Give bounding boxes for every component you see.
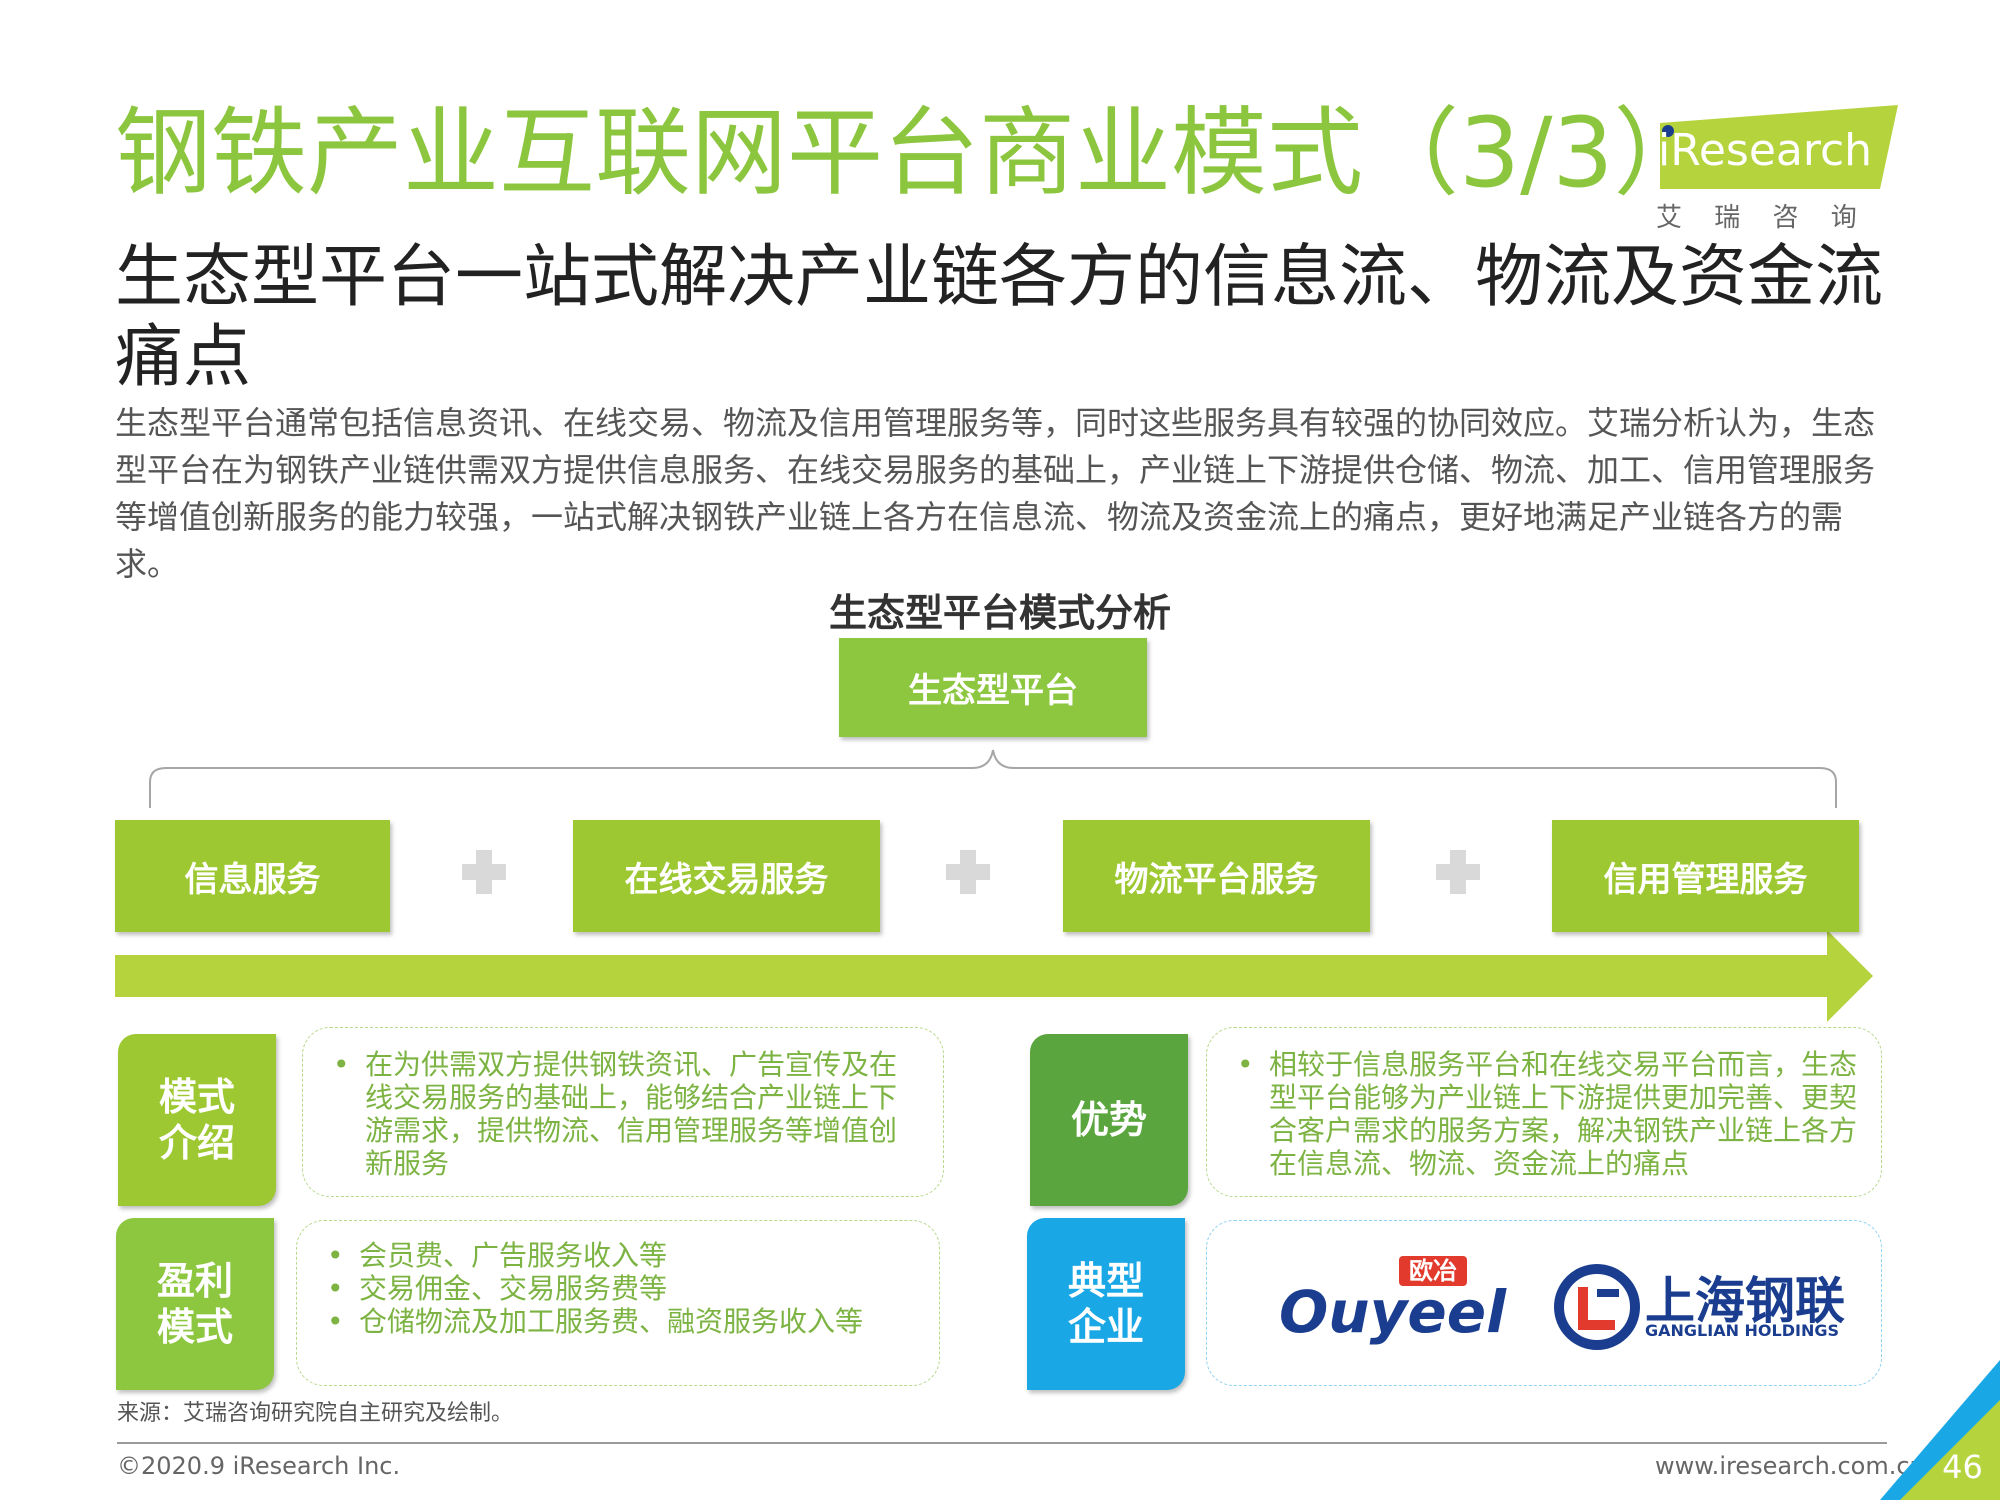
ouyeel-en: Ouyeel	[1279, 1278, 1506, 1346]
mode-label-text: 模式介绍	[158, 1075, 235, 1165]
advantage-bullet: 相较于信息服务平台和在线交易平台而言，生态型平台能够为产业链上下游提供更加完善、…	[1231, 1048, 1857, 1180]
profit-bullets: 会员费、广告服务收入等 交易佣金、交易服务费等 仓储物流及加工服务费、融资服务收…	[321, 1239, 915, 1338]
plus-icon	[946, 850, 990, 894]
page-number: 46	[1942, 1448, 1983, 1486]
advantage-info-box: 相较于信息服务平台和在线交易平台而言，生态型平台能够为产业链上下游提供更加完善、…	[1206, 1027, 1882, 1197]
source-note: 来源：艾瑞咨询研究院自主研究及绘制。	[117, 1401, 514, 1426]
mode-label: 模式介绍	[118, 1034, 276, 1206]
bracket-line	[149, 749, 1837, 808]
ganglian-en: GANGLIAN HOLDINGS	[1645, 1321, 1839, 1340]
companies-label-text: 典型企业	[1067, 1259, 1144, 1349]
copyright: ©2020.9 iResearch Inc.	[117, 1452, 401, 1480]
mode-bullets: 在为供需双方提供钢铁资讯、广告宣传及在线交易服务的基础上，能够结合产业链上下游需…	[327, 1048, 919, 1180]
footer-divider	[117, 1442, 1887, 1444]
service-info: 信息服务	[115, 820, 390, 932]
advantage-bullets: 相较于信息服务平台和在线交易平台而言，生态型平台能够为产业链上下游提供更加完善、…	[1231, 1048, 1857, 1180]
service-online-trade: 在线交易服务	[573, 820, 880, 932]
companies-info-box: 欧冶 Ouyeel 上海钢联 GANGLIAN HOLDINGS	[1206, 1220, 1882, 1386]
profit-info-box: 会员费、广告服务收入等 交易佣金、交易服务费等 仓储物流及加工服务费、融资服务收…	[296, 1220, 940, 1386]
profit-label: 盈利模式	[116, 1218, 274, 1390]
plus-icon	[462, 850, 506, 894]
mode-info-box: 在为供需双方提供钢铁资讯、广告宣传及在线交易服务的基础上，能够结合产业链上下游需…	[302, 1027, 944, 1197]
profit-bullet: 会员费、广告服务收入等	[321, 1239, 915, 1272]
advantage-label: 优势	[1030, 1034, 1188, 1206]
service-credit: 信用管理服务	[1552, 820, 1859, 932]
advantage-label-text: 优势	[1070, 1098, 1147, 1142]
ouyeel-logo: 欧冶 Ouyeel	[1279, 1256, 1506, 1356]
service-logistics: 物流平台服务	[1063, 820, 1370, 932]
mode-bullet: 在为供需双方提供钢铁资讯、广告宣传及在线交易服务的基础上，能够结合产业链上下游需…	[327, 1048, 919, 1180]
arrow-right-icon	[115, 930, 1873, 1022]
ganglian-logo: 上海钢联 GANGLIAN HOLDINGS	[1553, 1259, 1863, 1359]
profit-label-text: 盈利模式	[156, 1259, 233, 1349]
profit-bullet: 仓储物流及加工服务费、融资服务收入等	[321, 1305, 915, 1338]
profit-bullet: 交易佣金、交易服务费等	[321, 1272, 915, 1305]
companies-label: 典型企业	[1027, 1218, 1185, 1390]
plus-icon	[1436, 850, 1480, 894]
ganglian-emblem-icon	[1554, 1264, 1640, 1350]
